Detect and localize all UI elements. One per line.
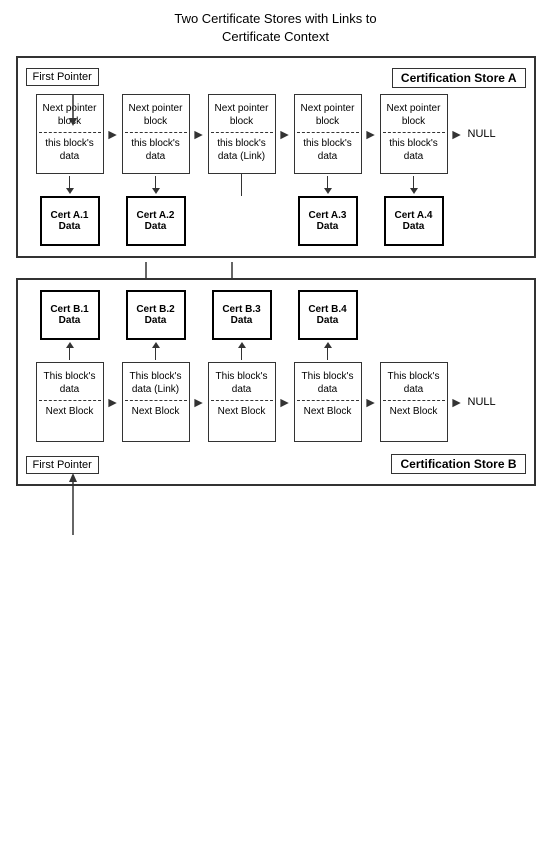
- store-a-col-4: Next pointer block this block's data: [294, 94, 362, 174]
- store-b-blocks-row: This block's data Next Block ► This bloc…: [36, 362, 526, 442]
- store-a-block-4: Next pointer block this block's data: [294, 94, 362, 174]
- store-b-col-1: This block's data Next Block: [36, 362, 104, 442]
- cert-a1: Cert A.1 Data: [40, 196, 100, 246]
- store-b-cert-col-1: Cert B.1 Data: [36, 290, 104, 362]
- arrow-b4-up: [324, 340, 332, 362]
- store-a-col-2: Next pointer block this block's data: [122, 94, 190, 174]
- inter-store-svg: [16, 262, 536, 278]
- store-b-cert-col-4: Cert B.4 Data: [294, 290, 362, 362]
- store-a-cert-col-2: Cert A.2 Data: [122, 174, 190, 246]
- arrow-b4-b5: ►: [362, 394, 380, 410]
- store-a-cert-col-1: Cert A.1 Data: [36, 174, 104, 246]
- arrow-b3-up: [238, 340, 246, 362]
- store-b-null: NULL: [468, 396, 496, 408]
- store-b-cert-col-2: Cert B.2 Data: [122, 290, 190, 362]
- cert-b2: Cert B.2 Data: [126, 290, 186, 340]
- arrow-b1-up: [66, 340, 74, 362]
- store-b-block-4: This block's data Next Block: [294, 362, 362, 442]
- store-a-certs-row: Cert A.1 Data Cert A.2 Data: [36, 174, 526, 246]
- store-b-col-4: This block's data Next Block: [294, 362, 362, 442]
- arrow-a1-down: [66, 174, 74, 196]
- store-a-col-5: Next pointer block this block's data: [380, 94, 448, 174]
- store-b-footer: First Pointer Certification Store B: [26, 448, 526, 474]
- cert-a3: Cert A.3 Data: [298, 196, 358, 246]
- inter-store-gap: [16, 262, 536, 278]
- store-a-block-3: Next pointer block this block's data (Li…: [208, 94, 276, 174]
- store-a-col-1: Next pointer block this block's data: [36, 94, 104, 174]
- store-b-block-1: This block's data Next Block: [36, 362, 104, 442]
- store-b-col-5: This block's data Next Block: [380, 362, 448, 442]
- store-b-cert-col-5: [380, 290, 448, 362]
- cert-a2: Cert A.2 Data: [126, 196, 186, 246]
- arrow-b2-b3: ►: [190, 394, 208, 410]
- cert-a4: Cert A.4 Data: [384, 196, 444, 246]
- main-title: Two Certificate Stores with Links to Cer…: [174, 10, 376, 46]
- store-b-block-3: This block's data Next Block: [208, 362, 276, 442]
- store-b-box: Cert B.1 Data Cert B.2 Data: [16, 278, 536, 486]
- arrow-b5-null: ►: [448, 394, 466, 410]
- cert-b4: Cert B.4 Data: [298, 290, 358, 340]
- store-a-null: NULL: [468, 128, 496, 140]
- store-a-cert-col-5: Cert A.4 Data: [380, 174, 448, 246]
- store-a-block-5: Next pointer block this block's data: [380, 94, 448, 174]
- store-b-col-3: This block's data Next Block: [208, 362, 276, 442]
- arrow-b1-b2: ►: [104, 394, 122, 410]
- cert-b1: Cert B.1 Data: [40, 290, 100, 340]
- store-b-col-2: This block's data (Link) Next Block: [122, 362, 190, 442]
- store-a-cert-col-4: Cert A.3 Data: [294, 174, 362, 246]
- arrow-a1-a2: ►: [104, 126, 122, 142]
- arrow-b3-b4: ►: [276, 394, 294, 410]
- store-a-block-1: Next pointer block this block's data: [36, 94, 104, 174]
- arrow-a2-a3: ►: [190, 126, 208, 142]
- arrow-a5-null: ►: [448, 126, 466, 142]
- store-a-label: Certification Store A: [392, 68, 526, 88]
- arrow-a4-a5: ►: [362, 126, 380, 142]
- store-b-first-pointer: First Pointer: [26, 456, 99, 474]
- cert-b3: Cert B.3 Data: [212, 290, 272, 340]
- store-b-block-5: This block's data Next Block: [380, 362, 448, 442]
- store-b-cert-col-3: Cert B.3 Data: [208, 290, 276, 362]
- store-a-block-2: Next pointer block this block's data: [122, 94, 190, 174]
- arrow-a4-down: [324, 174, 332, 196]
- arrow-a5-down: [410, 174, 418, 196]
- arrow-a3-a4: ►: [276, 126, 294, 142]
- arrow-b2-up: [152, 340, 160, 362]
- store-b-label: Certification Store B: [391, 454, 525, 474]
- store-a-first-pointer: First Pointer: [26, 68, 99, 86]
- store-a-blocks-row: Next pointer block this block's data ► N…: [36, 94, 526, 174]
- store-b-block-2: This block's data (Link) Next Block: [122, 362, 190, 442]
- store-a-box: First Pointer Certification Store A Next…: [16, 56, 536, 258]
- store-a-cert-col-3: [208, 174, 276, 246]
- arrow-a2-down: [152, 174, 160, 196]
- store-a-col-3: Next pointer block this block's data (Li…: [208, 94, 276, 174]
- store-b-certs-row: Cert B.1 Data Cert B.2 Data: [36, 290, 526, 362]
